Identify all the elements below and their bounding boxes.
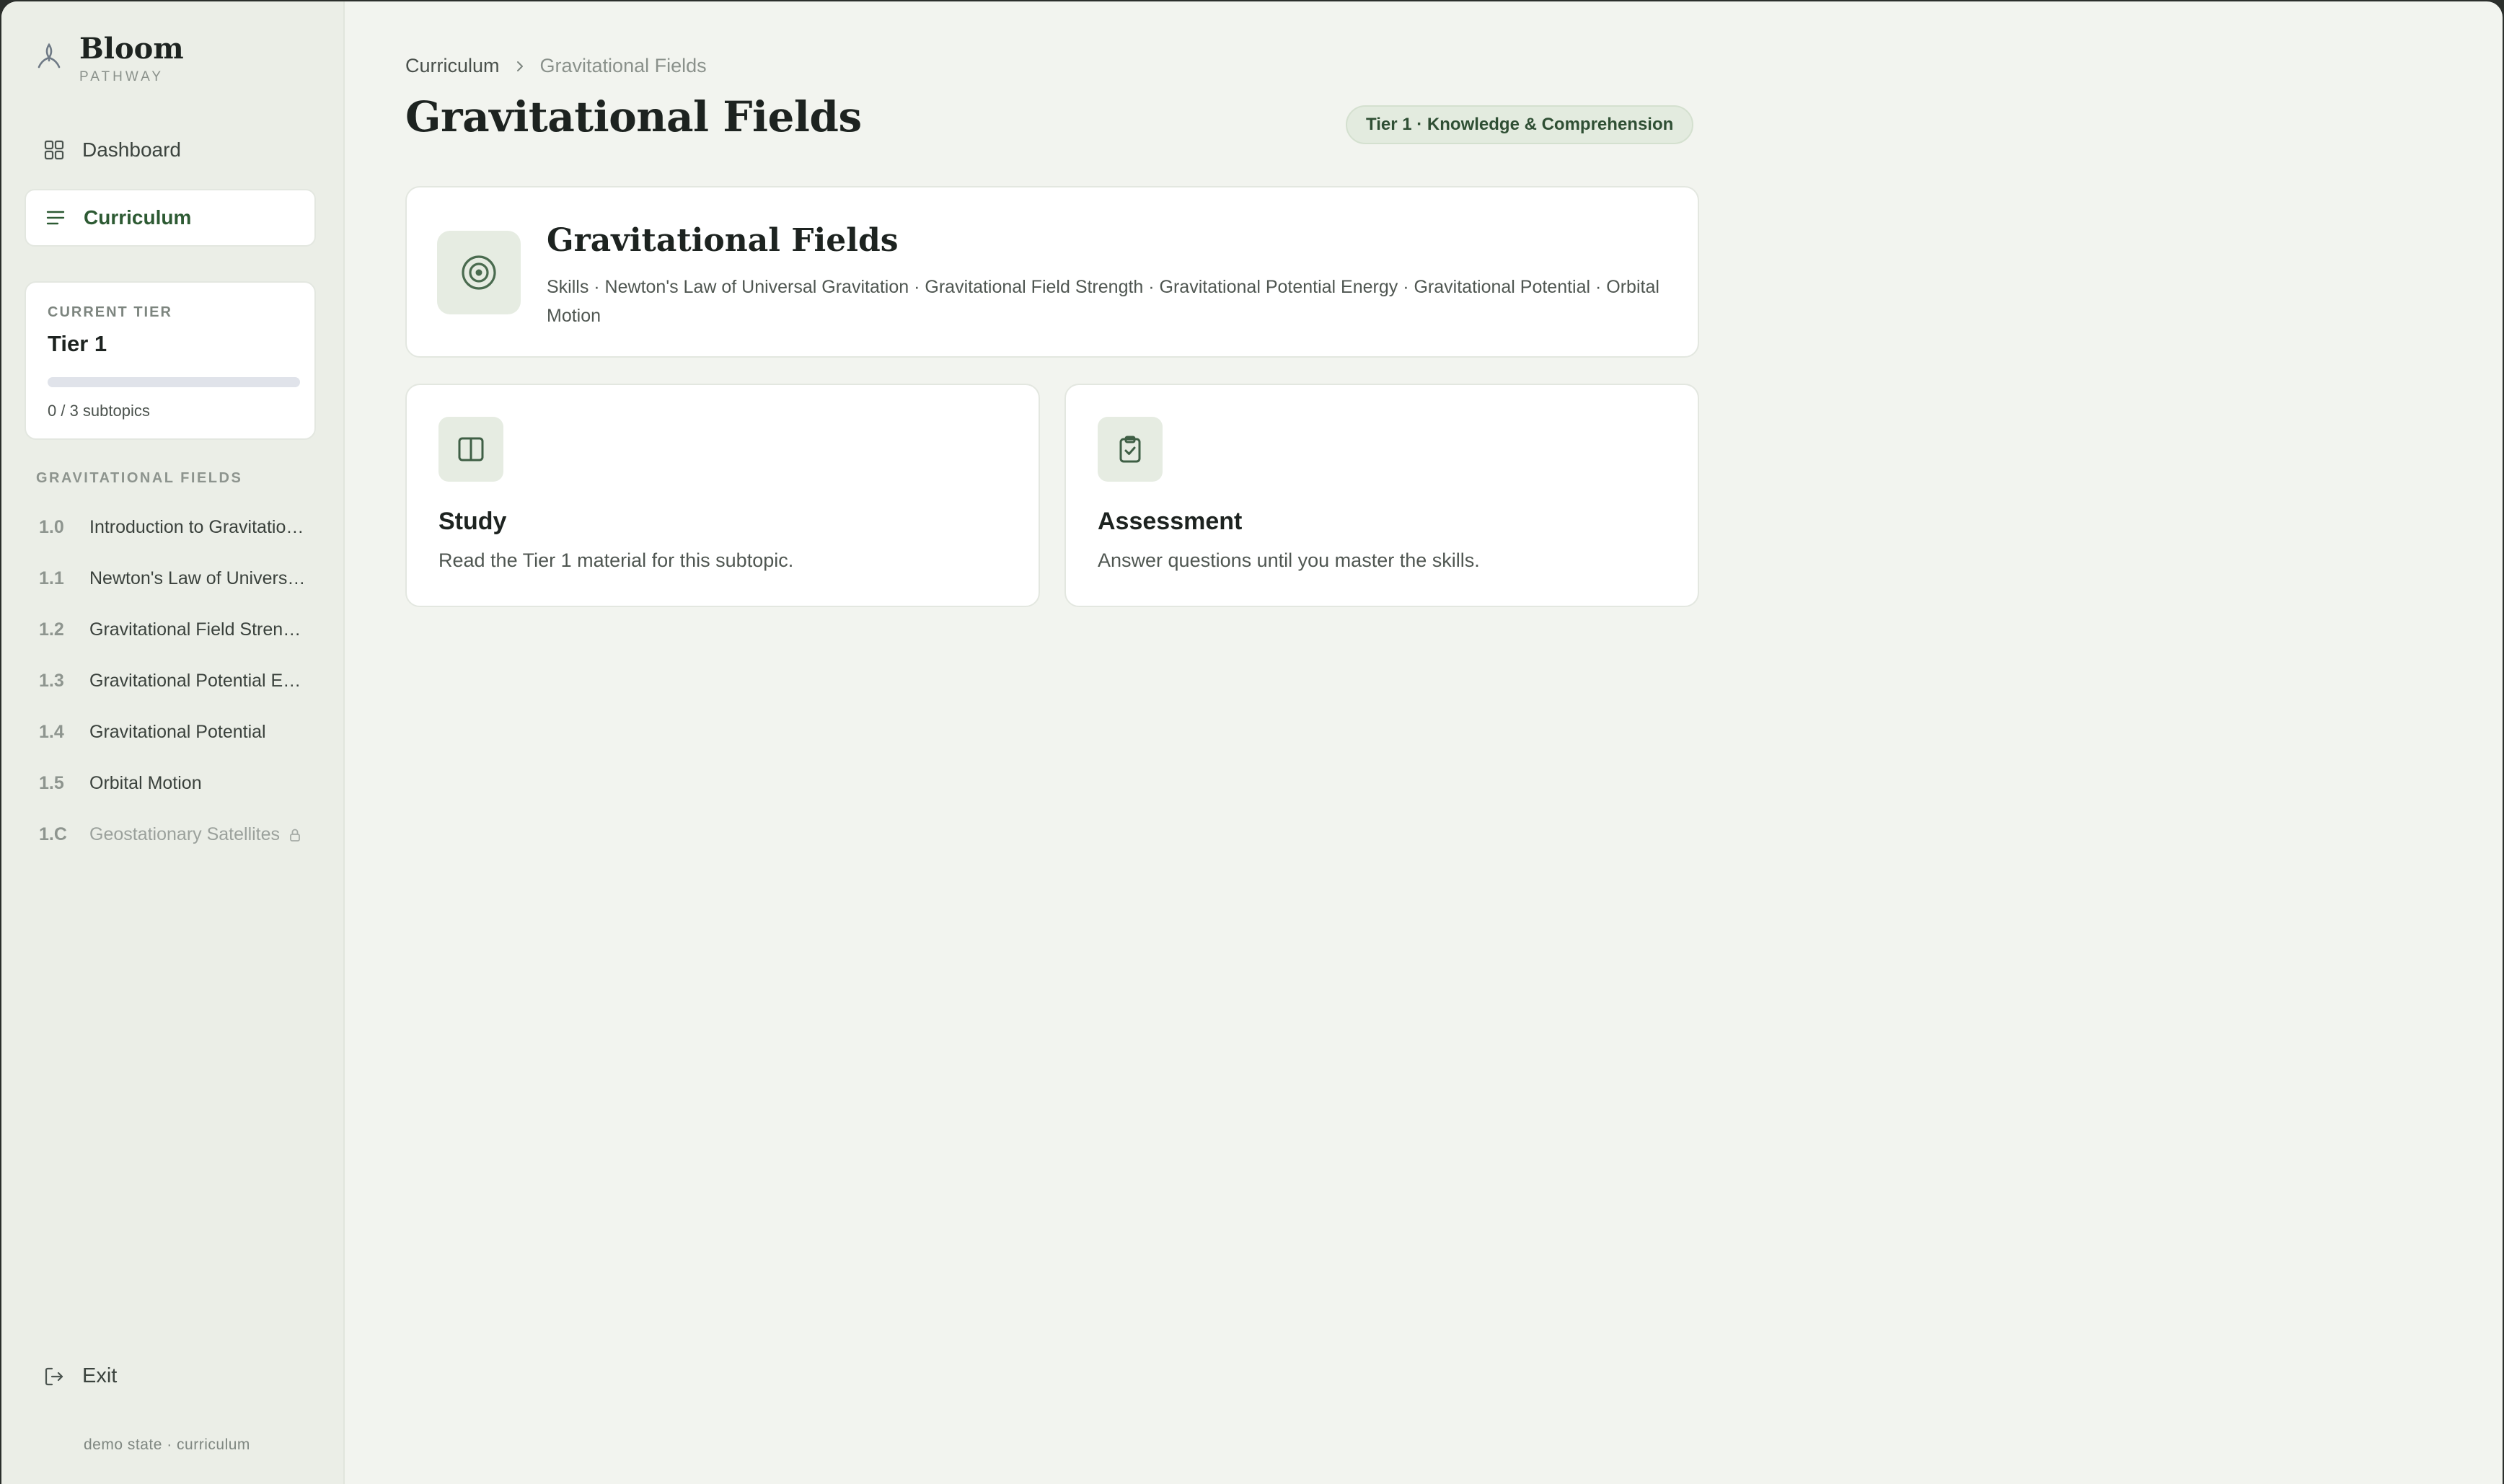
subtopic-label: Introduction to Gravitational Fields [89, 517, 306, 537]
brand-subtitle: PATHWAY [79, 69, 164, 84]
breadcrumb-root-link[interactable]: Curriculum [405, 55, 500, 77]
breadcrumb: Curriculum Gravitational Fields [405, 55, 707, 77]
subtopic-label: Newton's Law of Universal Gravitation [89, 568, 306, 588]
study-card[interactable]: Study Read the Tier 1 material for this … [405, 384, 1040, 607]
app-window: Bloom PATHWAY Dashboard Curriculum CURRE… [1, 1, 2503, 1484]
study-title: Study [438, 508, 507, 535]
subtopic-item[interactable]: 1.0 Introduction to Gravitational Fields [25, 502, 316, 553]
topic-icon-tile [437, 231, 521, 314]
chevron-right-icon [516, 61, 523, 71]
lock-icon [290, 829, 300, 842]
subtopic-list: 1.0 Introduction to Gravitational Fields… [25, 502, 316, 860]
subtopics-heading: GRAVITATIONAL FIELDS [36, 470, 243, 486]
subtopic-number: 1.1 [39, 568, 64, 588]
subtopic-number: 1.2 [39, 619, 64, 640]
subtopic-item[interactable]: 1.4 Gravitational Potential [25, 707, 316, 758]
brand[interactable]: Bloom PATHWAY [35, 30, 184, 85]
subtopic-number: 1.5 [39, 773, 64, 793]
sidebar: Bloom PATHWAY Dashboard Curriculum CURRE… [1, 1, 345, 1484]
page-title: Gravitational Fields [405, 92, 862, 141]
grid-icon [44, 140, 64, 160]
subtopic-number: 1.3 [39, 671, 64, 691]
tier-name: Tier 1 [48, 331, 107, 356]
subtopic-number: 1.C [39, 824, 67, 844]
subtopic-item[interactable]: 1.2 Gravitational Field Strength [25, 604, 316, 655]
tier-progress-bar [48, 377, 300, 387]
topic-title: Gravitational Fields [547, 222, 899, 259]
topic-skills: Skills · Newton's Law of Universal Gravi… [547, 277, 1659, 326]
list-icon [46, 211, 65, 225]
subtopic-item-locked[interactable]: 1.C Geostationary Satellites [25, 809, 316, 860]
topic-overview-card: Gravitational Fields Skills · Newton's L… [405, 186, 1699, 358]
current-tier-card: CURRENT TIER Tier 1 0 / 3 subtopics [25, 281, 316, 440]
exit-icon [45, 1367, 63, 1385]
exit-label: Exit [82, 1364, 118, 1387]
subtopic-label: Geostationary Satellites [89, 824, 281, 844]
assessment-description: Answer questions until you master the sk… [1098, 549, 1480, 571]
tier-caption: CURRENT TIER [48, 304, 172, 320]
subtopic-number: 1.0 [39, 517, 64, 537]
subtopic-item[interactable]: 1.3 Gravitational Potential Energy [25, 655, 316, 707]
subtopic-label: Gravitational Field Strength [89, 619, 306, 640]
assessment-icon-tile [1098, 417, 1163, 482]
clipboard-check-icon [1119, 436, 1141, 463]
study-description: Read the Tier 1 material for this subtop… [438, 549, 794, 571]
footer-note: demo state · curriculum [84, 1436, 250, 1453]
tier-badge: Tier 1 · Knowledge & Comprehension [1346, 105, 1694, 144]
nav-item-curriculum[interactable]: Curriculum [25, 189, 316, 247]
subtopic-label: Orbital Motion [89, 773, 202, 793]
subtopic-item[interactable]: 1.5 Orbital Motion [25, 758, 316, 809]
book-open-icon [458, 437, 484, 461]
assessment-title: Assessment [1098, 508, 1243, 535]
brand-name: Bloom [79, 32, 184, 66]
tier-progress-text: 0 / 3 subtopics [48, 402, 150, 420]
nav-item-label: Curriculum [84, 206, 192, 229]
exit-button[interactable]: Exit [43, 1364, 117, 1388]
subtopic-label: Gravitational Potential [89, 722, 266, 742]
bloom-logo-icon [38, 43, 61, 69]
study-icon-tile [438, 417, 503, 482]
nav-item-label: Dashboard [82, 138, 181, 161]
subtopic-item[interactable]: 1.1 Newton's Law of Universal Gravitatio… [25, 553, 316, 604]
assessment-card[interactable]: Assessment Answer questions until you ma… [1064, 384, 1699, 607]
subtopic-number: 1.4 [39, 722, 64, 742]
subtopic-label: Gravitational Potential Energy [89, 671, 306, 691]
target-icon [462, 255, 496, 290]
nav-item-dashboard[interactable]: Dashboard [25, 121, 316, 179]
breadcrumb-current: Gravitational Fields [539, 55, 707, 76]
